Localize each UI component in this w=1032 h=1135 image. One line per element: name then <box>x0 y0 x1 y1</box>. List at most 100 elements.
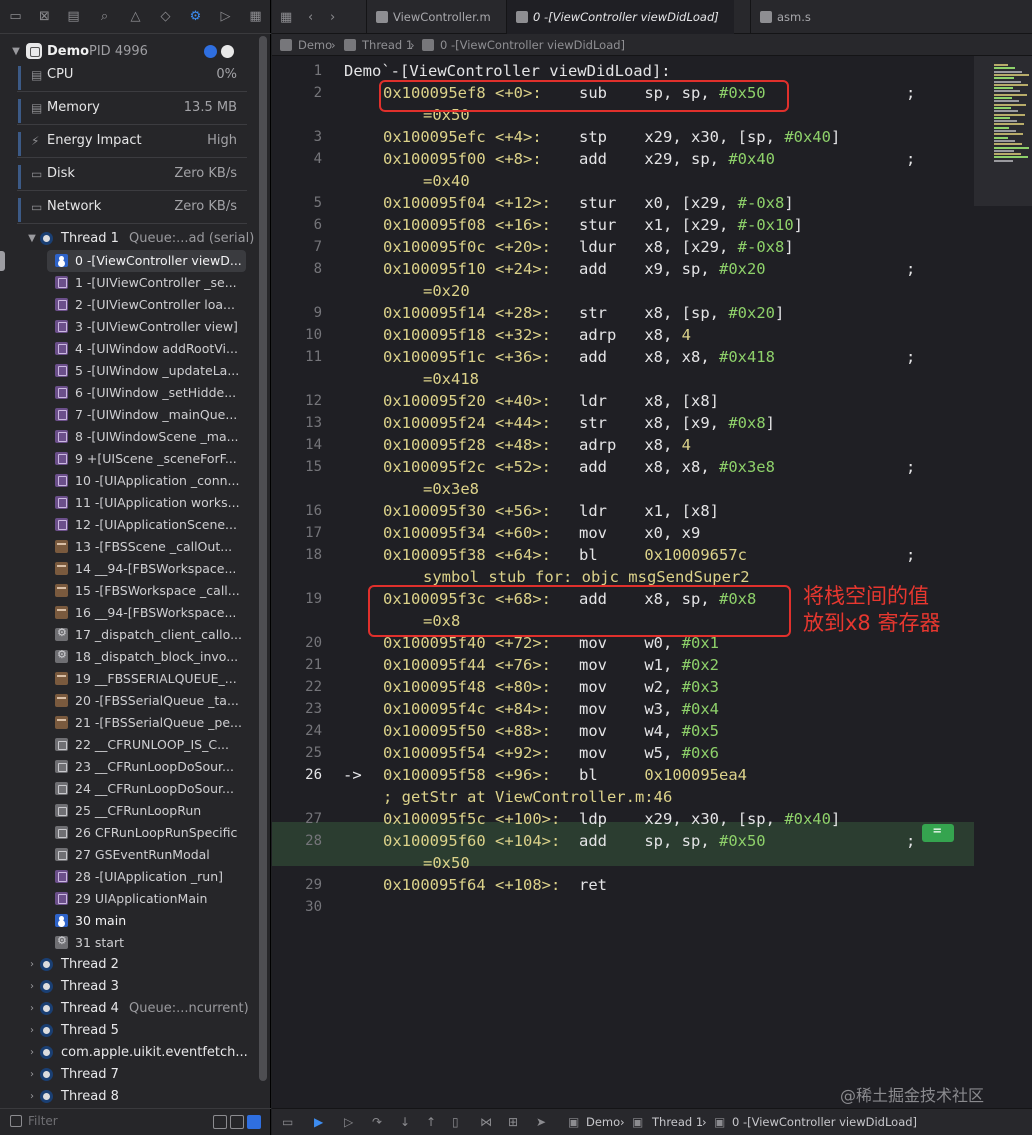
stack-frame-row[interactable]: 20 -[FBSSerialQueue _ta... <box>0 690 271 712</box>
stack-frame-row[interactable]: 27 GSEventRunModal <box>0 844 271 866</box>
location-icon[interactable]: ➤ <box>536 1115 546 1129</box>
line-number[interactable]: 29 <box>272 877 322 893</box>
stack-frame-row[interactable]: 1 -[UIViewController _se... <box>0 272 271 294</box>
line-number[interactable]: 1 <box>272 63 322 79</box>
continue-icon[interactable]: ▷ <box>344 1115 353 1129</box>
thread-row[interactable]: › Thread 2 <box>0 954 271 976</box>
line-number[interactable]: 6 <box>272 217 322 233</box>
stack-frame-row[interactable]: 25 __CFRunLoopRun <box>0 800 271 822</box>
line-number[interactable]: 22 <box>272 679 322 695</box>
find-icon[interactable]: ⌕ <box>97 9 112 24</box>
debug-icon[interactable]: ⚙ <box>188 9 203 24</box>
back-icon[interactable]: ‹ <box>308 10 313 25</box>
line-number[interactable]: 11 <box>272 349 322 365</box>
stack-frame-row[interactable]: 11 -[UIApplication works... <box>0 492 271 514</box>
line-number[interactable]: 18 <box>272 547 322 563</box>
report-icon[interactable]: ▦ <box>248 9 263 24</box>
stack-frame-row[interactable]: 18 _dispatch_block_invo... <box>0 646 271 668</box>
line-number[interactable]: 12 <box>272 393 322 409</box>
stack-frame-row[interactable]: 22 __CFRUNLOOP_IS_C... <box>0 734 271 756</box>
line-number[interactable]: 8 <box>272 261 322 277</box>
line-number[interactable]: 27 <box>272 811 322 827</box>
stack-frame-row[interactable]: 15 -[FBSWorkspace _call... <box>0 580 271 602</box>
line-number[interactable]: 21 <box>272 657 322 673</box>
process-row[interactable]: ▼ Demo PID 4996 <box>0 40 271 64</box>
line-number[interactable]: 5 <box>272 195 322 211</box>
breadcrumb-frame[interactable]: 0 -[ViewController viewDidLoad] <box>440 38 625 52</box>
program-counter-marker[interactable] <box>922 823 954 842</box>
chevron-down-icon[interactable]: ▼ <box>26 233 38 244</box>
thread-row[interactable]: › Thread 8 <box>0 1086 271 1108</box>
line-number[interactable]: 9 <box>272 305 322 321</box>
thread-row[interactable]: › Thread 5 <box>0 1020 271 1042</box>
tab-asm[interactable]: asm.s <box>750 0 850 34</box>
test-icon[interactable]: ◇ <box>158 9 173 24</box>
line-number[interactable]: 10 <box>272 327 322 343</box>
stack-frame-row[interactable]: 26 CFRunLoopRunSpecific <box>0 822 271 844</box>
step-into-icon[interactable]: ↓ <box>400 1115 410 1129</box>
line-number[interactable]: 20 <box>272 635 322 651</box>
line-number[interactable]: 19 <box>272 591 322 607</box>
breadcrumb-app[interactable]: Demo <box>298 38 332 52</box>
stack-frame-row[interactable]: 2 -[UIViewController loa... <box>0 294 271 316</box>
chevron-right-icon[interactable]: › <box>26 1025 38 1036</box>
thread-row[interactable]: › Thread 7 <box>0 1064 271 1086</box>
gauge-cpu[interactable]: ▤ CPU 0% <box>17 62 247 95</box>
line-number[interactable]: 3 <box>272 129 322 145</box>
stack-frame-row[interactable]: 5 -[UIWindow _updateLa... <box>0 360 271 382</box>
line-number[interactable]: 7 <box>272 239 322 255</box>
line-number[interactable]: 13 <box>272 415 322 431</box>
line-number[interactable]: 23 <box>272 701 322 717</box>
folder-icon[interactable]: ▭ <box>8 9 23 24</box>
stack-frame-row[interactable]: 3 -[UIViewController view] <box>0 316 271 338</box>
environment-icon[interactable]: ⊞ <box>508 1115 518 1129</box>
stack-frame-row[interactable]: 17 _dispatch_client_callo... <box>0 624 271 646</box>
stack-frame-row[interactable]: 30 main <box>0 910 271 932</box>
filter-running-icon[interactable] <box>247 1115 261 1129</box>
thread-row[interactable]: › Thread 3 <box>0 976 271 998</box>
thread-row[interactable]: › Thread 4 Queue:...ncurrent) <box>0 998 271 1020</box>
stack-frame-row[interactable]: 7 -[UIWindow _mainQue... <box>0 404 271 426</box>
chevron-right-icon[interactable]: › <box>26 959 38 970</box>
stack-frame-row[interactable]: 12 -[UIApplicationScene... <box>0 514 271 536</box>
gauge-memory[interactable]: ▤ Memory 13.5 MB <box>17 95 247 128</box>
chevron-right-icon[interactable]: › <box>26 981 38 992</box>
stack-frame-row[interactable]: 8 -[UIWindowScene _ma... <box>0 426 271 448</box>
chevron-down-icon[interactable]: ▼ <box>10 46 22 57</box>
source-control-icon[interactable]: ⊠ <box>37 9 52 24</box>
tab-disassembly[interactable]: 0 -[ViewController viewDidLoad] <box>506 0 734 34</box>
stack-frame-row[interactable]: 21 -[FBSSerialQueue _pe... <box>0 712 271 734</box>
view-hierarchy-icon[interactable]: ▯ <box>452 1115 459 1129</box>
breakpoint-icon[interactable]: ▷ <box>218 9 233 24</box>
line-number[interactable]: 17 <box>272 525 322 541</box>
stack-frame-row[interactable]: 19 __FBSSERIALQUEUE_... <box>0 668 271 690</box>
stack-frame-row[interactable]: 24 __CFRunLoopDoSour... <box>0 778 271 800</box>
bottom-breadcrumb-app[interactable]: Demo <box>586 1115 620 1129</box>
filter-option-icon[interactable] <box>213 1115 227 1129</box>
line-number[interactable]: 2 <box>272 85 322 101</box>
issue-icon[interactable]: △ <box>128 9 143 24</box>
stack-frame-row[interactable]: 29 UIApplicationMain <box>0 888 271 910</box>
chevron-right-icon[interactable]: › <box>26 1003 38 1014</box>
thread-row[interactable]: › com.apple.uikit.eventfetch... <box>0 1042 271 1064</box>
stack-frame-row[interactable]: 10 -[UIApplication _conn... <box>0 470 271 492</box>
hide-console-icon[interactable]: ▭ <box>282 1115 293 1129</box>
breakpoints-toggle-icon[interactable]: ▶ <box>314 1115 323 1129</box>
stack-frame-row[interactable]: 9 +[UIScene _sceneForF... <box>0 448 271 470</box>
line-number[interactable]: 4 <box>272 151 322 167</box>
stack-frame-row[interactable]: 4 -[UIWindow addRootVi... <box>0 338 271 360</box>
thread-row[interactable]: ▼ Thread 1 Queue:...ad (serial) <box>0 228 271 250</box>
filter-crashed-icon[interactable] <box>230 1115 244 1129</box>
line-number[interactable]: 15 <box>272 459 322 475</box>
line-number[interactable]: 25 <box>272 745 322 761</box>
step-out-icon[interactable]: ↑ <box>426 1115 436 1129</box>
continue-badge-icon[interactable] <box>221 45 234 58</box>
line-number[interactable]: 16 <box>272 503 322 519</box>
filter-input[interactable]: Filter <box>28 1114 58 1128</box>
chevron-right-icon[interactable]: › <box>26 1069 38 1080</box>
chevron-right-icon[interactable]: › <box>26 1091 38 1102</box>
gauge-disk[interactable]: ▭ Disk Zero KB/s <box>17 161 247 194</box>
gauge-network[interactable]: ▭ Network Zero KB/s <box>17 194 247 227</box>
memory-graph-icon[interactable]: ⋈ <box>480 1115 492 1129</box>
stack-frame-row[interactable]: 0 -[ViewController viewD... <box>0 250 271 272</box>
